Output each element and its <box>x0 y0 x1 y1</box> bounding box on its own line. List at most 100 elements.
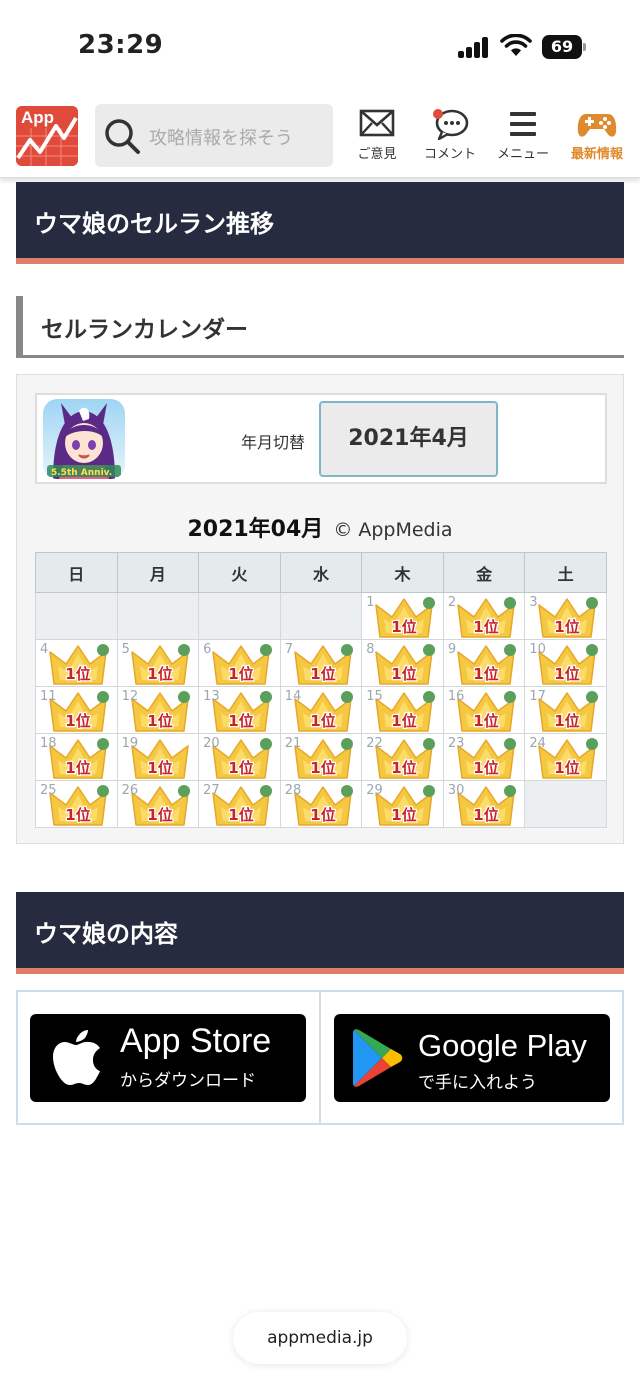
calendar-day-cell[interactable]: 13 1位 <box>198 686 281 734</box>
calendar-day-cell[interactable]: 22 1位 <box>361 733 444 781</box>
weekday-sun: 日 <box>35 552 118 593</box>
status-dot-icon <box>96 785 109 797</box>
weekday-thu: 木 <box>361 552 444 593</box>
rank-label: 1位 <box>310 806 335 824</box>
calendar-day-cell[interactable]: 16 1位 <box>442 686 526 734</box>
status-time: 23:29 <box>78 30 164 60</box>
rank-label: 1位 <box>392 618 417 636</box>
weekday-sat: 土 <box>524 552 607 593</box>
calendar-day-cell[interactable]: 4 1位 <box>35 639 118 687</box>
rank-label: 1位 <box>147 806 172 824</box>
calendar-panel: 5.5th Anniv. 年月切替 2021年4月 2021年04月 © AppM… <box>16 374 624 844</box>
calendar-day-cell[interactable]: 5 1位 <box>116 639 200 687</box>
app-icon[interactable]: 5.5th Anniv. <box>43 399 125 479</box>
rank-label: 1位 <box>147 665 172 683</box>
calendar-day-cell[interactable]: 17 1位 <box>524 686 607 734</box>
calendar-title: 2021年04月 © AppMedia <box>17 511 623 543</box>
calendar-day-cell[interactable]: 10 1位 <box>524 639 607 687</box>
status-dot-icon <box>259 785 272 797</box>
calendar-day-cell[interactable]: 26 1位 <box>116 780 200 828</box>
nav-latest[interactable]: 最新情報 <box>562 104 632 170</box>
rank-label: 1位 <box>228 712 253 730</box>
calendar-day-cell[interactable]: 14 1位 <box>279 686 363 734</box>
day-number: 22 <box>366 736 383 751</box>
rank-label: 1位 <box>555 665 580 683</box>
google-play-button[interactable]: Google Play で手に入れよう <box>334 1014 610 1102</box>
day-number: 5 <box>121 642 130 657</box>
day-number: 17 <box>529 689 546 704</box>
nav-comment[interactable]: コメント <box>415 104 485 170</box>
calendar-week-row: 1 1位 2 1位 3 1位 <box>35 592 607 640</box>
month-select-button[interactable]: 2021年4月 <box>319 401 498 477</box>
nav-latest-label: 最新情報 <box>570 147 623 162</box>
weekday-mon: 月 <box>116 552 200 593</box>
day-number: 14 <box>284 689 302 704</box>
weekday-header-row: 日 月 火 水 木 金 土 <box>35 552 607 593</box>
uma-musume-app-icon: 5.5th Anniv. <box>43 399 125 479</box>
calendar-day-cell[interactable]: 21 1位 <box>279 733 363 781</box>
calendar-day-cell[interactable]: 15 1位 <box>361 686 444 734</box>
calendar-day-cell[interactable]: 1 1位 <box>361 592 444 640</box>
day-number: 1 <box>366 595 375 610</box>
status-dot-icon <box>259 691 272 703</box>
calendar-day-cell[interactable]: 28 1位 <box>279 780 363 828</box>
calendar-day-cell[interactable]: 3 1位 <box>524 592 607 640</box>
nav-feedback[interactable]: ご意見 <box>342 104 412 170</box>
day-number: 23 <box>447 736 465 751</box>
day-number: 4 <box>40 642 49 657</box>
nav-comment-label: コメント <box>423 147 476 162</box>
rank-label: 1位 <box>310 712 335 730</box>
status-dot-icon <box>586 597 598 609</box>
apple-icon <box>53 1030 100 1085</box>
rank-label: 1位 <box>555 618 580 636</box>
calendar-day-cell[interactable]: 18 1位 <box>35 733 118 781</box>
weekday-fri: 金 <box>442 552 526 593</box>
rank-label: 1位 <box>473 618 498 636</box>
search-input[interactable]: 攻略情報を探そう <box>95 104 333 167</box>
status-dot-icon <box>96 691 109 703</box>
status-dot-icon <box>96 644 109 656</box>
rank-label: 1位 <box>310 665 335 683</box>
calendar-day-cell[interactable]: 27 1位 <box>198 780 281 828</box>
calendar-day-cell[interactable]: 25 1位 <box>35 780 118 828</box>
rank-label: 1位 <box>392 712 417 730</box>
day-number: 11 <box>40 689 57 704</box>
calendar-day-cell[interactable]: 12 1位 <box>116 686 200 734</box>
calendar-week-row: 4 1位 5 1位 6 1位 7 1位 8 1位 9 1位 10 1位 <box>35 639 607 687</box>
appmedia-logo[interactable]: App <box>16 106 78 166</box>
calendar-day-cell[interactable]: 30 1位 <box>442 780 526 828</box>
day-number: 28 <box>284 783 302 798</box>
svg-text:5.5th Anniv.: 5.5th Anniv. <box>51 468 112 478</box>
calendar-day-cell[interactable]: 24 1位 <box>524 733 607 781</box>
weekday-tue: 火 <box>198 552 281 593</box>
calendar-day-cell[interactable]: 2 1位 <box>442 592 526 640</box>
status-dot-icon <box>586 691 598 703</box>
rank-label: 1位 <box>147 712 172 730</box>
calendar-day-cell[interactable]: 11 1位 <box>35 686 118 734</box>
calendar-week-row: 11 1位 12 1位 13 1位 14 1位 15 1位 16 1位 17 1位 <box>35 686 607 734</box>
calendar-day-cell[interactable]: 9 1位 <box>442 639 526 687</box>
rank-label: 1位 <box>555 759 580 777</box>
calendar-day-cell[interactable]: 6 1位 <box>198 639 281 687</box>
calendar-day-cell[interactable]: 23 1位 <box>442 733 526 781</box>
calendar-credit: © AppMedia <box>333 519 453 541</box>
day-number: 13 <box>203 689 220 704</box>
rank-label: 1位 <box>310 759 335 777</box>
rank-label: 1位 <box>65 759 90 777</box>
google-play-title: Google Play <box>418 1028 587 1063</box>
calendar-day-cell[interactable]: 19 1位 <box>116 733 200 781</box>
search-placeholder: 攻略情報を探そう <box>149 128 293 149</box>
day-number: 26 <box>121 783 139 798</box>
app-store-button[interactable]: App Store からダウンロード <box>30 1014 306 1102</box>
status-dot-icon <box>422 644 435 656</box>
rank-label: 1位 <box>228 759 253 777</box>
browser-url-bar[interactable]: appmedia.jp <box>233 1312 407 1364</box>
nav-menu[interactable]: メニュー <box>488 104 558 170</box>
calendar-day-cell[interactable]: 20 1位 <box>198 733 281 781</box>
day-number: 8 <box>366 642 375 657</box>
calendar-day-cell[interactable]: 7 1位 <box>279 639 363 687</box>
calendar-day-cell[interactable]: 29 1位 <box>361 780 444 828</box>
app-store-box: App Store からダウンロード <box>16 990 321 1125</box>
calendar-day-cell[interactable]: 8 1位 <box>361 639 444 687</box>
day-number: 7 <box>284 642 293 657</box>
